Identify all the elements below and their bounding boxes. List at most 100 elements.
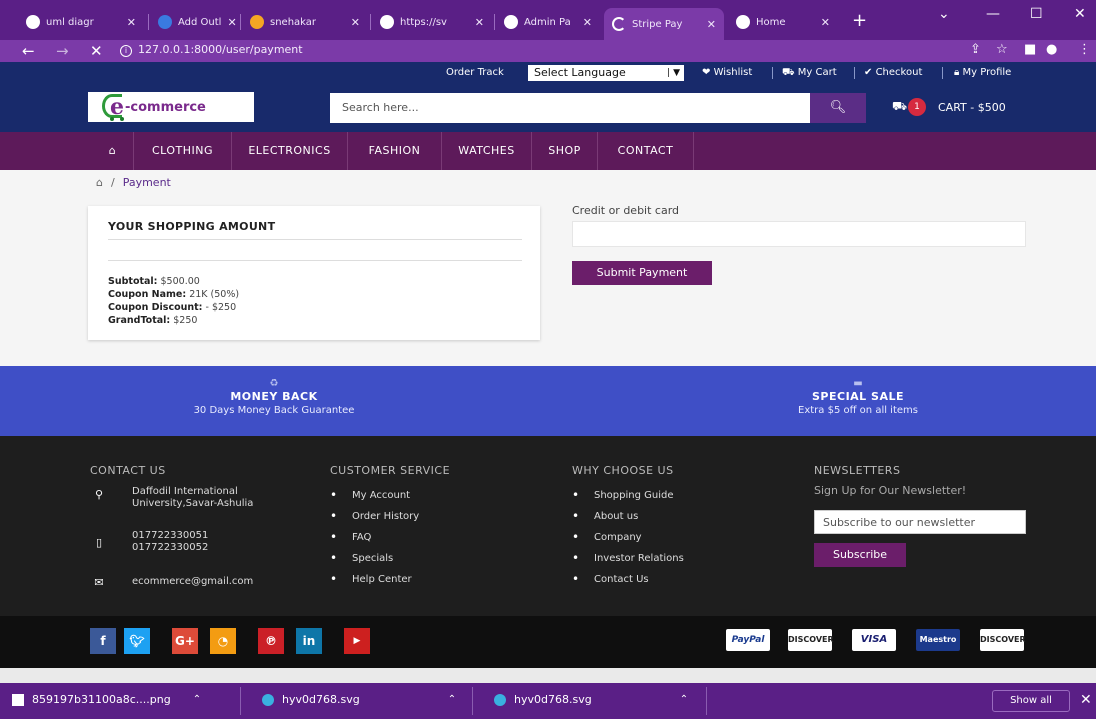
logo-dots xyxy=(110,117,124,121)
browser-tab[interactable]: snehakar ✕ xyxy=(242,8,368,36)
cart-label[interactable]: CART - $500 xyxy=(938,101,1006,114)
menu-item-clothing[interactable]: CLOTHING xyxy=(134,132,232,170)
close-icon[interactable]: ✕ xyxy=(707,18,716,31)
close-window-icon[interactable]: ✕ xyxy=(1074,6,1086,22)
home-icon[interactable]: ⌂ xyxy=(92,132,134,170)
breadcrumb: ⌂ / Payment xyxy=(96,176,171,189)
menu-item-contact[interactable]: CONTACT xyxy=(598,132,694,170)
checkout-link[interactable]: ✔ Checkout xyxy=(864,67,922,78)
phone-1: 017722330051 xyxy=(132,530,209,541)
service-title: CUSTOMER SERVICE xyxy=(330,464,451,477)
footer-link-faq[interactable]: FAQ xyxy=(330,530,372,544)
close-icon[interactable]: ✕ xyxy=(227,16,236,29)
menu-item-watches[interactable]: WATCHES xyxy=(442,132,532,170)
newsletter-subtitle: Sign Up for Our Newsletter! xyxy=(814,484,967,497)
globe-icon xyxy=(504,15,518,29)
download-item[interactable]: hyv0d768.svg ⌃ xyxy=(262,693,456,706)
home-icon[interactable]: ⌂ xyxy=(96,176,103,189)
cart-icon[interactable]: ⛟ xyxy=(892,99,907,115)
subtotal-label: Subtotal: xyxy=(108,276,158,287)
language-select[interactable]: Select Language | ▼ xyxy=(528,65,684,81)
menu-item-electronics[interactable]: ELECTRONICS xyxy=(232,132,348,170)
chevron-up-icon[interactable]: ⌃ xyxy=(193,694,201,705)
menu-item-fashion[interactable]: FASHION xyxy=(348,132,442,170)
my-profile-link[interactable]: 🔒︎ My Profile xyxy=(954,67,1011,78)
breadcrumb-current[interactable]: Payment xyxy=(123,176,171,189)
footer-link-help-center[interactable]: Help Center xyxy=(330,572,412,586)
footer-link-specials[interactable]: Specials xyxy=(330,551,393,565)
show-all-button[interactable]: Show all xyxy=(992,690,1070,712)
order-track-link[interactable]: Order Track xyxy=(446,67,504,78)
divider xyxy=(108,239,522,240)
close-icon[interactable]: ✕ xyxy=(821,16,830,29)
close-icon[interactable]: ✕ xyxy=(351,16,360,29)
edge-icon xyxy=(494,693,506,706)
browser-tab[interactable]: Home ✕ xyxy=(728,8,838,36)
forward-icon[interactable]: → xyxy=(56,42,69,60)
youtube-icon[interactable]: ▶ xyxy=(344,628,370,654)
close-icon[interactable]: ✕ xyxy=(1080,692,1092,708)
facebook-icon[interactable]: f xyxy=(90,628,116,654)
close-icon[interactable]: ✕ xyxy=(475,16,484,29)
outline-icon xyxy=(158,15,172,29)
pinterest-icon[interactable]: ℗ xyxy=(258,628,284,654)
browser-tab[interactable]: Add Outl ✕ xyxy=(150,8,236,36)
newsletter-email-input[interactable]: Subscribe to our newsletter xyxy=(814,510,1026,534)
linkedin-icon[interactable]: in xyxy=(296,628,322,654)
back-icon[interactable]: ← xyxy=(22,42,35,60)
footer-link-about-us[interactable]: About us xyxy=(572,509,638,523)
card-input[interactable] xyxy=(572,221,1026,247)
tab-search-icon[interactable]: ⌄ xyxy=(938,6,950,22)
wishlist-link[interactable]: ❤ Wishlist xyxy=(702,67,752,78)
subscribe-button[interactable]: Subscribe xyxy=(814,543,906,567)
minimize-icon[interactable]: — xyxy=(986,6,1000,22)
footer-link-company[interactable]: Company xyxy=(572,530,641,544)
social-payment-bar: f 🐦︎ G+ ◔ ℗ in ▶ PayPal DISCOVER VISA Ma… xyxy=(0,616,1096,668)
stop-icon[interactable]: ✕ xyxy=(90,42,103,60)
new-tab-icon[interactable]: + xyxy=(852,10,867,31)
footer-link-contact-us[interactable]: Contact Us xyxy=(572,572,648,586)
download-item[interactable]: hyv0d768.svg ⌃ xyxy=(494,693,688,706)
site-logo[interactable]: e -commerce xyxy=(88,92,254,122)
subtotal-value: $500.00 xyxy=(160,276,200,287)
close-icon[interactable]: ✕ xyxy=(127,16,136,29)
info-icon[interactable]: i xyxy=(120,45,132,57)
downloads-bar: 859197b31100a8c....png ⌃ hyv0d768.svg ⌃ … xyxy=(0,683,1096,719)
promo-subtitle: 30 Days Money Back Guarantee xyxy=(193,405,355,416)
browser-tab[interactable]: https://sv ✕ xyxy=(372,8,492,36)
promo-title: SPECIAL SALE xyxy=(812,390,904,403)
browser-tab[interactable]: Admin Pa ✕ xyxy=(496,8,600,36)
card-title: YOUR SHOPPING AMOUNT xyxy=(108,220,276,233)
menu-kebab-icon[interactable]: ⋮ xyxy=(1078,42,1091,57)
share-icon[interactable]: ⇪ xyxy=(970,42,981,57)
search-button[interactable]: 🔍︎ xyxy=(810,93,866,123)
email-link[interactable]: ecommerce@gmail.com xyxy=(132,576,253,587)
footer-link-order-history[interactable]: Order History xyxy=(330,509,419,523)
footer-link-shopping-guide[interactable]: Shopping Guide xyxy=(572,488,673,502)
twitter-icon[interactable]: 🐦︎ xyxy=(124,628,150,654)
submit-payment-button[interactable]: Submit Payment xyxy=(572,261,712,285)
bookmark-star-icon[interactable]: ☆ xyxy=(996,42,1008,57)
close-icon[interactable]: ✕ xyxy=(583,16,592,29)
footer-link-investor-relations[interactable]: Investor Relations xyxy=(572,551,684,565)
my-cart-link[interactable]: ⛟ My Cart xyxy=(782,67,837,80)
newsletter-title: NEWSLETTERS xyxy=(814,464,901,477)
grandtotal-value: $250 xyxy=(173,315,198,326)
coupon-name-label: Coupon Name: xyxy=(108,289,187,300)
coupon-discount-row: Coupon Discount: - $250 xyxy=(108,302,236,313)
google-plus-icon[interactable]: G+ xyxy=(172,628,198,654)
profile-icon[interactable]: ● xyxy=(1046,42,1057,57)
tab-label: Stripe Pay xyxy=(632,18,683,30)
menu-item-shop[interactable]: SHOP xyxy=(532,132,598,170)
browser-tab[interactable]: uml diagr ✕ xyxy=(18,8,144,36)
url-field[interactable]: i 127.0.0.1:8000/user/payment xyxy=(120,43,303,57)
download-item[interactable]: 859197b31100a8c....png ⌃ xyxy=(12,693,201,706)
side-panel-icon[interactable]: ■ xyxy=(1024,42,1036,57)
search-input[interactable]: Search here... xyxy=(330,93,810,123)
maximize-icon[interactable]: ☐ xyxy=(1030,6,1043,22)
footer-link-my-account[interactable]: My Account xyxy=(330,488,410,502)
browser-tab-active[interactable]: Stripe Pay ✕ xyxy=(604,8,724,40)
rss-icon[interactable]: ◔ xyxy=(210,628,236,654)
chevron-up-icon[interactable]: ⌃ xyxy=(448,694,456,705)
chevron-up-icon[interactable]: ⌃ xyxy=(680,694,688,705)
